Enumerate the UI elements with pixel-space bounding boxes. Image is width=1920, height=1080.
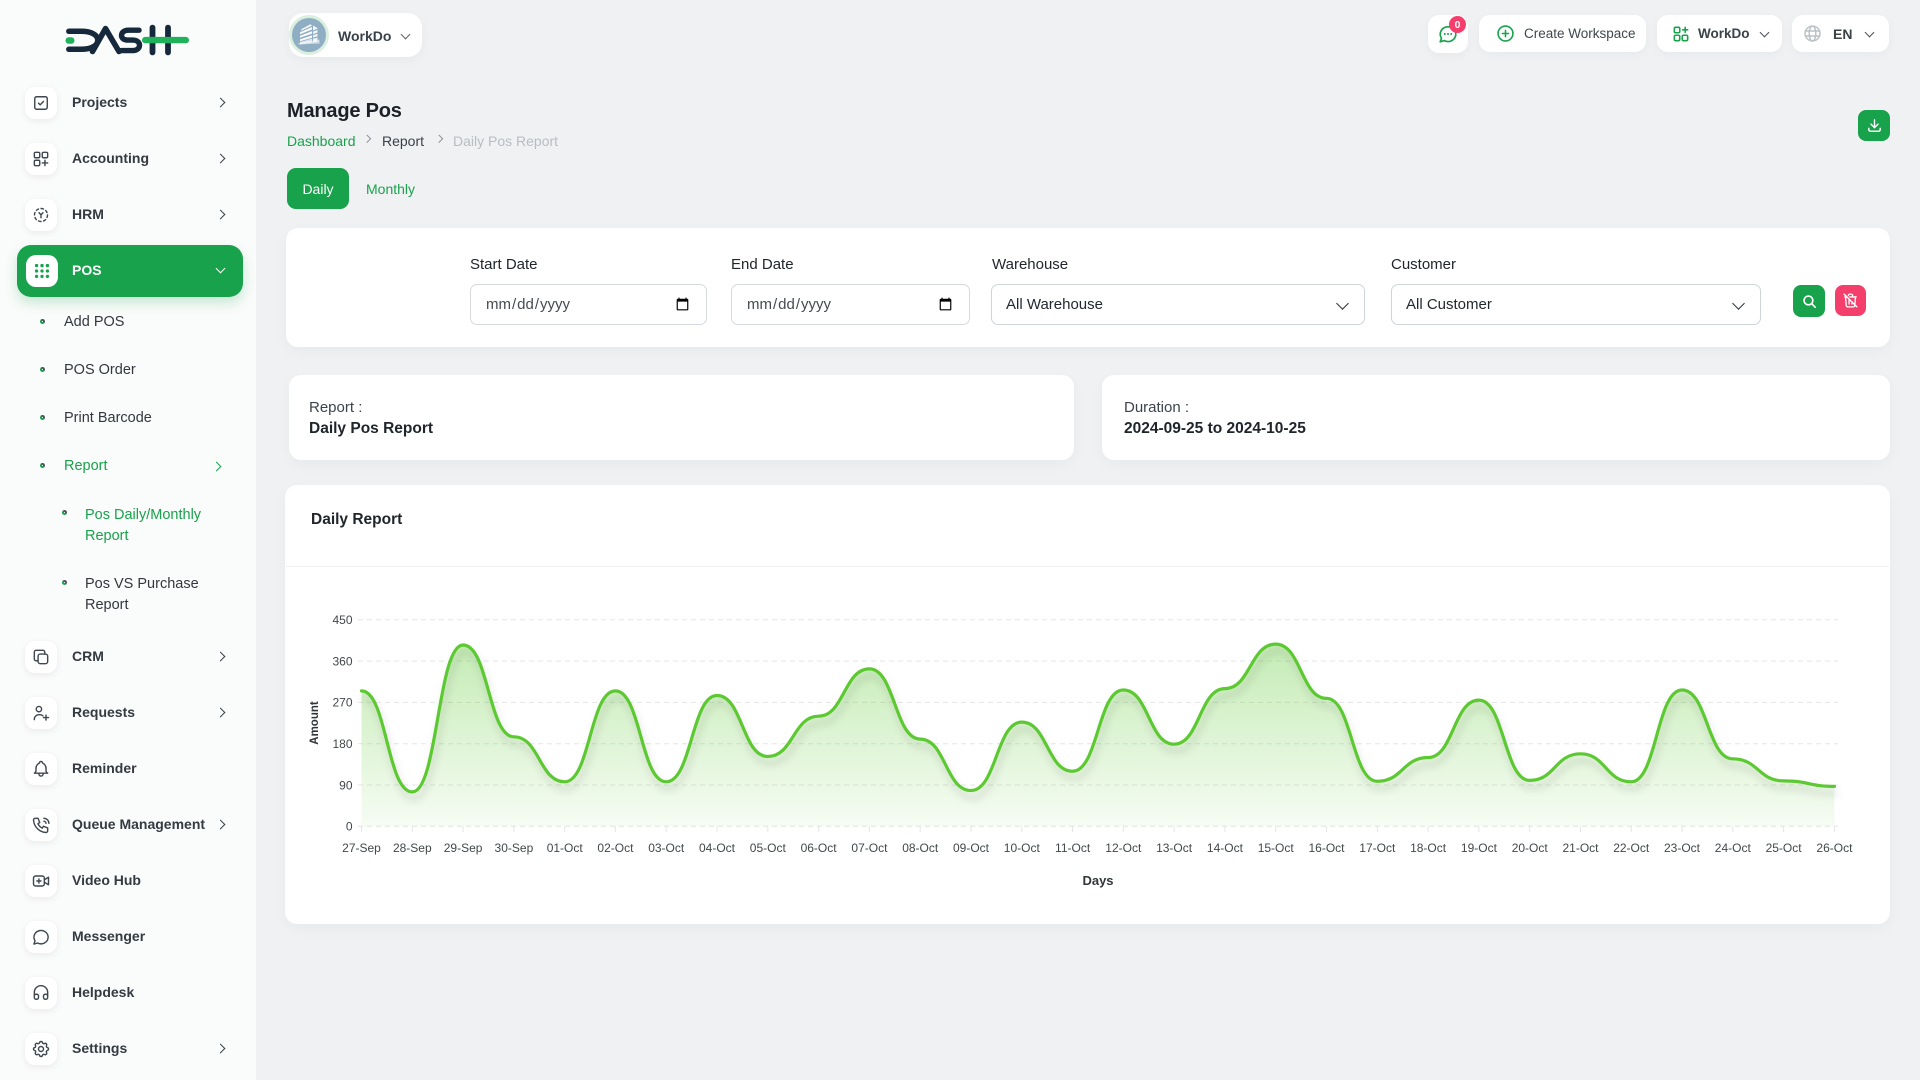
- svg-text:30-Sep: 30-Sep: [495, 841, 534, 855]
- svg-text:24-Oct: 24-Oct: [1715, 841, 1752, 855]
- svg-text:15-Oct: 15-Oct: [1258, 841, 1295, 855]
- svg-text:20-Oct: 20-Oct: [1512, 841, 1549, 855]
- svg-text:27-Sep: 27-Sep: [342, 841, 381, 855]
- svg-text:08-Oct: 08-Oct: [902, 841, 939, 855]
- svg-text:28-Sep: 28-Sep: [393, 841, 432, 855]
- svg-text:360: 360: [332, 654, 352, 668]
- svg-text:06-Oct: 06-Oct: [801, 841, 838, 855]
- svg-text:12-Oct: 12-Oct: [1105, 841, 1142, 855]
- svg-text:05-Oct: 05-Oct: [750, 841, 787, 855]
- svg-text:18-Oct: 18-Oct: [1410, 841, 1447, 855]
- svg-text:19-Oct: 19-Oct: [1461, 841, 1498, 855]
- svg-text:Amount: Amount: [309, 701, 321, 745]
- svg-text:03-Oct: 03-Oct: [648, 841, 685, 855]
- svg-text:07-Oct: 07-Oct: [851, 841, 888, 855]
- svg-text:450: 450: [332, 613, 352, 627]
- svg-text:22-Oct: 22-Oct: [1613, 841, 1650, 855]
- svg-text:29-Sep: 29-Sep: [444, 841, 483, 855]
- svg-text:11-Oct: 11-Oct: [1055, 841, 1091, 855]
- svg-text:13-Oct: 13-Oct: [1156, 841, 1193, 855]
- svg-text:0: 0: [346, 820, 353, 834]
- svg-text:17-Oct: 17-Oct: [1359, 841, 1396, 855]
- svg-text:90: 90: [339, 778, 353, 792]
- svg-text:Days: Days: [1082, 873, 1113, 888]
- svg-text:270: 270: [332, 696, 352, 710]
- svg-text:10-Oct: 10-Oct: [1004, 841, 1041, 855]
- svg-text:25-Oct: 25-Oct: [1766, 841, 1803, 855]
- svg-text:21-Oct: 21-Oct: [1562, 841, 1599, 855]
- svg-text:23-Oct: 23-Oct: [1664, 841, 1701, 855]
- svg-text:14-Oct: 14-Oct: [1207, 841, 1244, 855]
- svg-text:09-Oct: 09-Oct: [953, 841, 990, 855]
- svg-text:16-Oct: 16-Oct: [1308, 841, 1345, 855]
- svg-text:01-Oct: 01-Oct: [547, 841, 584, 855]
- svg-text:04-Oct: 04-Oct: [699, 841, 736, 855]
- svg-text:02-Oct: 02-Oct: [597, 841, 634, 855]
- svg-text:26-Oct: 26-Oct: [1816, 841, 1853, 855]
- svg-text:180: 180: [332, 737, 352, 751]
